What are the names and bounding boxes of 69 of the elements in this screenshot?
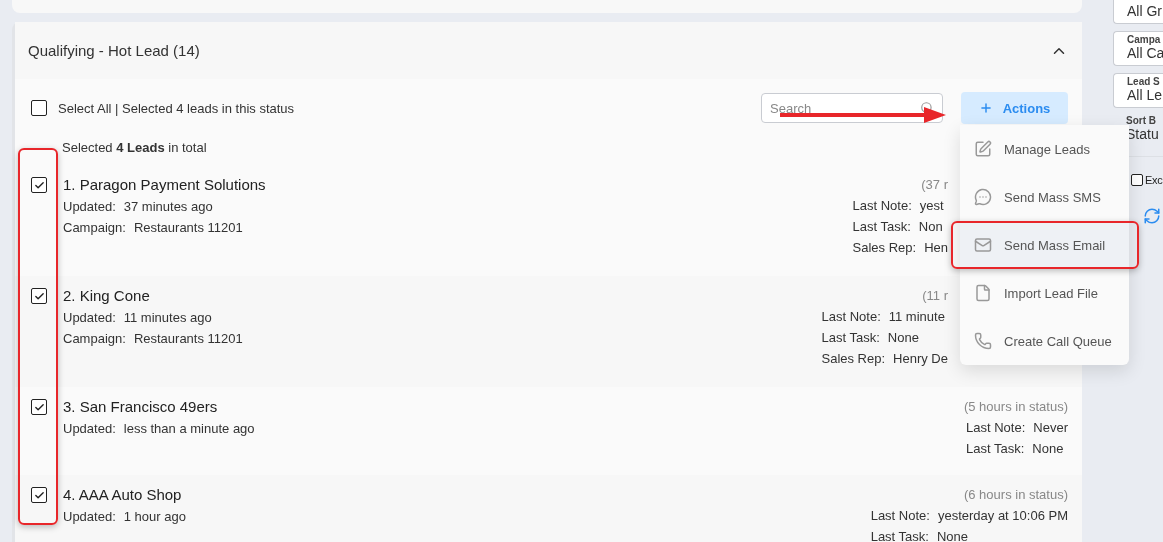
field-value: yest bbox=[919, 198, 944, 213]
plus-icon bbox=[978, 101, 993, 115]
selection-summary: Selected 4 Leads in total bbox=[62, 140, 207, 155]
field-value: None bbox=[887, 330, 919, 345]
field-value: 11 minute bbox=[888, 309, 945, 324]
document-icon bbox=[974, 284, 992, 302]
checkbox[interactable] bbox=[31, 487, 47, 503]
field-value: yesterday at 10:06 PM bbox=[937, 508, 1068, 523]
field-label: Last Note: bbox=[870, 508, 930, 523]
field-value: Henry De bbox=[893, 351, 948, 366]
filter-select[interactable]: Lead S All Le bbox=[1113, 73, 1163, 108]
chat-bubble-icon bbox=[974, 188, 992, 206]
field-label: Updated: bbox=[63, 199, 116, 214]
field-label: Last Task: bbox=[966, 441, 1025, 456]
filter-select[interactable]: All Gr bbox=[1113, 0, 1163, 24]
refresh-icon[interactable] bbox=[1143, 207, 1161, 225]
menu-item[interactable]: Send Mass SMS bbox=[960, 173, 1129, 221]
checkbox-label: Exc bbox=[1145, 174, 1163, 186]
checkbox[interactable] bbox=[31, 288, 47, 304]
field-label: Updated: bbox=[63, 310, 116, 325]
field-value: None bbox=[1032, 441, 1064, 456]
phone-icon bbox=[974, 332, 992, 350]
field-label: Campaign: bbox=[63, 220, 126, 235]
field-label: Sales Rep: bbox=[852, 240, 917, 255]
field-value: less than a minute ago bbox=[123, 421, 255, 436]
field-value: 11 minutes ago bbox=[123, 310, 212, 325]
checkbox[interactable] bbox=[31, 100, 47, 116]
field-value: 37 minutes ago bbox=[123, 199, 213, 214]
field-label: Updated: bbox=[63, 509, 116, 524]
field-label: Last Note: bbox=[852, 198, 912, 213]
field-value: 1 hour ago bbox=[123, 509, 186, 524]
status-duration: (5 hours in status) bbox=[963, 399, 1068, 414]
field-label: Last Task: bbox=[821, 330, 880, 345]
lead-name[interactable]: 2. King Cone bbox=[63, 287, 150, 304]
field-value: Hen bbox=[924, 240, 948, 255]
envelope-icon bbox=[974, 236, 992, 254]
status-duration: (37 r bbox=[921, 177, 948, 192]
menu-item[interactable]: Send Mass Email bbox=[960, 221, 1129, 269]
select-all-label: Select All | Selected 4 leads in this status bbox=[58, 100, 296, 116]
lead-name[interactable]: 1. Paragon Payment Solutions bbox=[63, 176, 266, 193]
status-title: Qualifying - Hot Lead (14) bbox=[28, 42, 200, 59]
lead-name[interactable]: 4. AAA Auto Shop bbox=[63, 486, 182, 503]
field-value: Restaurants 11201 bbox=[133, 220, 243, 235]
field-value: None bbox=[936, 529, 969, 542]
menu-item[interactable]: Create Call Queue bbox=[960, 317, 1129, 365]
checkbox[interactable] bbox=[31, 177, 47, 193]
sort-label: Sort B bbox=[1126, 115, 1157, 126]
check-icon bbox=[33, 401, 45, 413]
status-duration: (6 hours in status) bbox=[963, 487, 1068, 502]
field-label: Sales Rep: bbox=[821, 351, 886, 366]
menu-item[interactable]: Import Lead File bbox=[960, 269, 1129, 317]
field-label: Last Note: bbox=[966, 420, 1026, 435]
check-icon bbox=[33, 179, 45, 191]
field-label: Updated: bbox=[63, 421, 116, 436]
checkbox[interactable] bbox=[1131, 174, 1143, 186]
lead-name[interactable]: 3. San Francisco 49ers bbox=[63, 398, 218, 415]
check-icon bbox=[33, 489, 45, 501]
checkbox[interactable] bbox=[31, 399, 47, 415]
field-value: Restaurants 11201 bbox=[133, 331, 243, 346]
check-icon bbox=[33, 290, 45, 302]
field-label: Last Note: bbox=[821, 309, 881, 324]
field-value: Never bbox=[1033, 420, 1068, 435]
menu-item[interactable]: Manage Leads bbox=[960, 125, 1129, 173]
field-label: Last Task: bbox=[852, 219, 911, 234]
field-label: Last Task: bbox=[870, 529, 929, 542]
field-value: Non bbox=[918, 219, 943, 234]
status-duration: (11 r bbox=[922, 288, 948, 303]
pencil-icon bbox=[974, 140, 992, 158]
field-label: Campaign: bbox=[63, 331, 126, 346]
